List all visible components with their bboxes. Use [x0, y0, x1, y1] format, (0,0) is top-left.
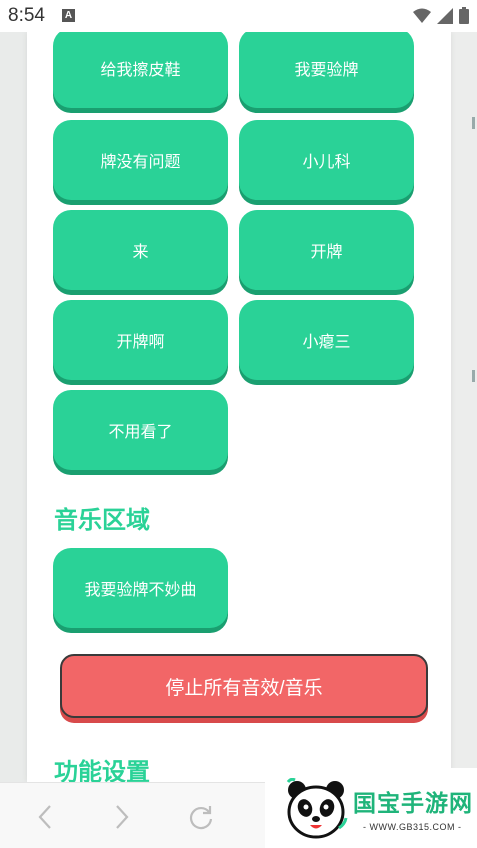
status-time: 8:54 [8, 5, 45, 26]
wifi-icon [413, 8, 431, 23]
back-icon[interactable] [30, 803, 60, 831]
sound-button-5[interactable]: 来 [53, 210, 228, 290]
sound-button-6[interactable]: 开牌 [239, 210, 414, 290]
panda-logo-icon [286, 778, 348, 839]
sound-button-9[interactable]: 不用看了 [53, 390, 228, 470]
watermark: 国宝手游网 - WWW.GB315.COM - [265, 768, 477, 848]
music-section-title: 音乐区域 [54, 506, 150, 534]
soundboard-page: 给我擦皮鞋 我要验牌 牌没有问题 小儿科 来 开牌 开牌啊 小瘪三 不用看了 音… [27, 28, 451, 786]
sound-button-2[interactable]: 我要验牌 [239, 28, 414, 108]
watermark-url: - WWW.GB315.COM - [363, 822, 462, 832]
sound-button-7[interactable]: 开牌啊 [53, 300, 228, 380]
refresh-icon[interactable] [186, 803, 216, 831]
watermark-brand: 国宝手游网 [353, 791, 473, 817]
background-edge [451, 32, 477, 782]
sound-button-4[interactable]: 小儿科 [239, 120, 414, 200]
battery-icon [459, 7, 469, 24]
status-icons [413, 7, 469, 24]
edge-marker [472, 370, 475, 382]
forward-icon[interactable] [107, 803, 137, 831]
a-icon: A [62, 9, 75, 22]
sound-button-1[interactable]: 给我擦皮鞋 [53, 28, 228, 108]
stop-all-button[interactable]: 停止所有音效/音乐 [60, 654, 428, 718]
sound-button-8[interactable]: 小瘪三 [239, 300, 414, 380]
music-button-1[interactable]: 我要验牌不妙曲 [53, 548, 228, 628]
status-bar: 8:54 A [0, 0, 477, 32]
sound-button-3[interactable]: 牌没有问题 [53, 120, 228, 200]
app-screen: 8:54 A 给我擦皮鞋 我要验牌 牌没有问题 小儿科 来 开牌 开牌啊 小瘪三… [0, 0, 477, 848]
signal-icon [437, 7, 453, 24]
edge-marker [472, 117, 475, 129]
